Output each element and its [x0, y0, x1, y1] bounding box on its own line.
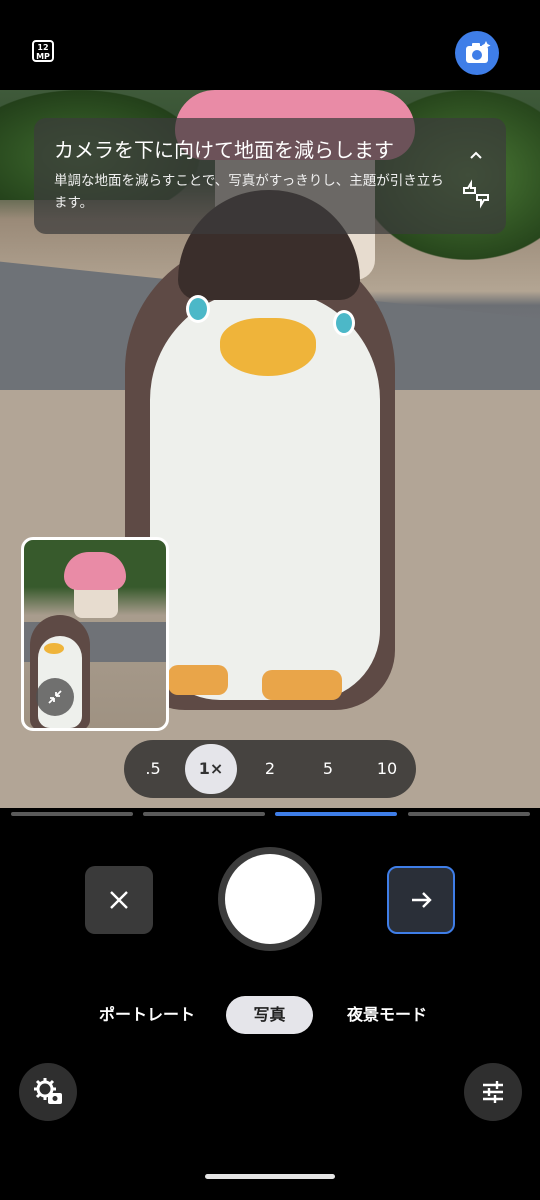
zoom-option-1x[interactable]: 1× — [185, 744, 237, 794]
mode-tab-night-sight[interactable]: 夜景モード — [335, 996, 439, 1034]
zoom-option-0.5[interactable]: .5 — [127, 744, 179, 794]
zoom-option-2[interactable]: 2 — [244, 744, 296, 794]
camera-sparkle-icon — [466, 41, 491, 63]
zoom-option-10[interactable]: 10 — [361, 744, 413, 794]
megapixel-unit: MP — [36, 52, 50, 61]
page-indicator-segment-active — [275, 812, 397, 816]
lens-button[interactable] — [455, 31, 499, 75]
page-indicator-segment — [408, 812, 530, 816]
penguin-foot — [262, 670, 342, 700]
penguin-foot — [168, 665, 228, 695]
camera-settings-button[interactable] — [19, 1063, 77, 1121]
megapixel-badge[interactable]: 12 MP — [32, 40, 54, 62]
collapse-arrows-icon[interactable] — [36, 678, 74, 716]
preview-penguin-beak — [44, 643, 64, 654]
tip-title: カメラを下に向けて地面を減らします — [54, 138, 394, 162]
wide-view-preview[interactable] — [21, 537, 169, 731]
mode-tab-photo[interactable]: 写真 — [226, 996, 313, 1034]
adjustments-button[interactable] — [464, 1063, 522, 1121]
penguin-eye — [333, 310, 355, 336]
page-indicator-segment — [11, 812, 133, 816]
camera-settings-icon — [34, 1078, 62, 1104]
chevron-up-icon[interactable] — [466, 148, 486, 162]
zoom-option-5[interactable]: 5 — [302, 744, 354, 794]
page-indicator-segment — [143, 812, 265, 816]
arrow-right-icon — [412, 892, 432, 908]
sliders-icon — [483, 1081, 503, 1103]
shutter-button[interactable] — [225, 854, 315, 944]
megapixel-value: 12 — [37, 43, 49, 52]
close-button[interactable] — [85, 866, 153, 934]
preview-mushroom-cap — [64, 552, 126, 590]
penguin-beak — [220, 318, 316, 376]
home-indicator[interactable] — [205, 1174, 335, 1179]
thumbs-feedback-icon[interactable] — [460, 178, 492, 210]
mode-tab-portrait[interactable]: ポートレート — [86, 996, 208, 1034]
close-icon — [110, 891, 128, 909]
tip-body: 単調な地面を減らすことで、写真がすっきりし、主題が引き立ちます。 — [54, 173, 444, 211]
next-button[interactable] — [387, 866, 455, 934]
penguin-eye — [186, 295, 210, 323]
